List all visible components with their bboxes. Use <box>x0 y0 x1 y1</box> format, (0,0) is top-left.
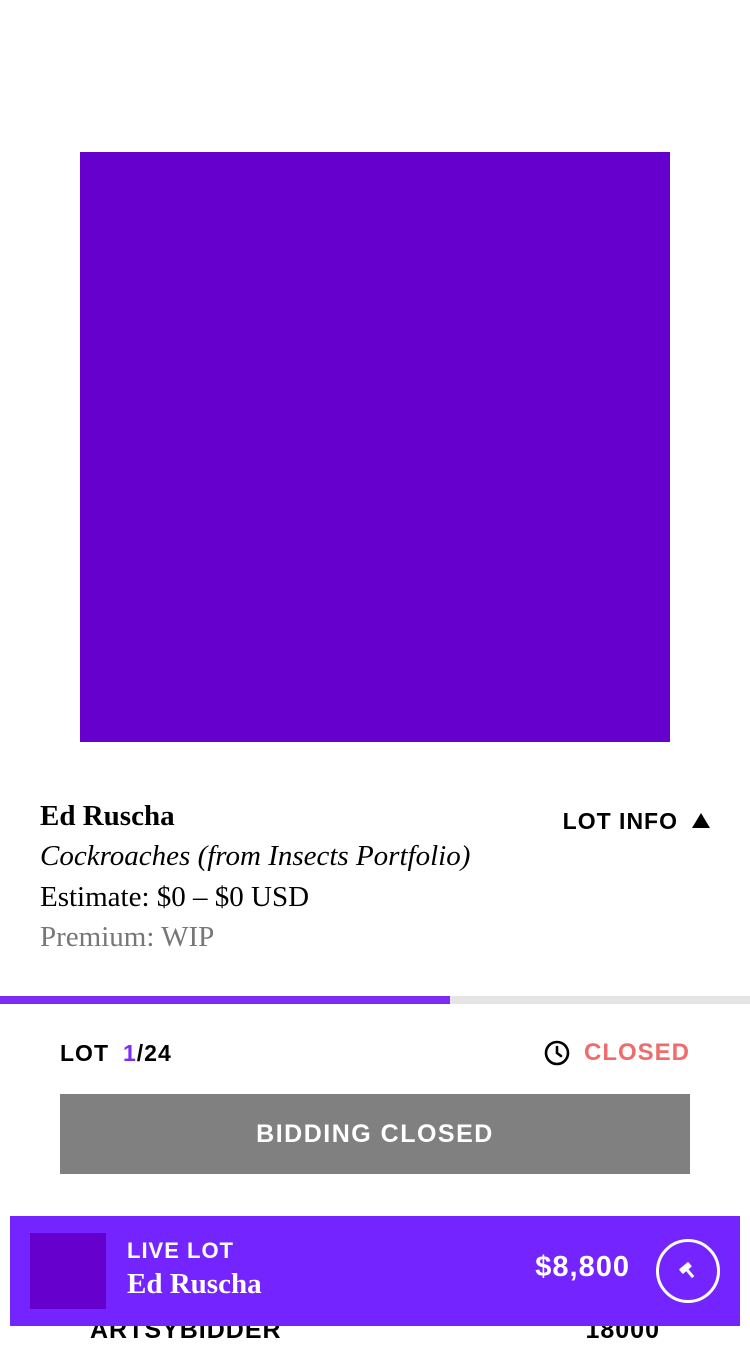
lot-info-label: LOT INFO <box>562 808 678 834</box>
bidding-closed-button[interactable]: BIDDING CLOSED <box>60 1094 690 1174</box>
lot-progress-fill <box>0 996 450 1004</box>
lot-info-toggle[interactable]: LOT INFO <box>563 806 710 836</box>
status-label: CLOSED <box>583 1039 690 1066</box>
lot-counter-current: 1 <box>123 1040 137 1066</box>
artwork-image <box>80 152 670 742</box>
live-lot-price: $8,800 <box>535 1251 630 1283</box>
live-lot-bar[interactable]: LIVE LOT Ed Ruscha $8,800 <box>10 1216 740 1326</box>
lot-artist: Ed Ruscha <box>40 800 175 832</box>
gavel-icon <box>679 1262 695 1279</box>
lot-premium: Premium: WIP <box>40 921 215 953</box>
live-lot-label: LIVE LOT <box>127 1238 234 1263</box>
lot-status: CLOSED <box>544 1038 690 1068</box>
lot-counter-label: LOT <box>60 1040 109 1066</box>
live-lot-artist: Ed Ruscha <box>127 1268 262 1300</box>
clock-icon <box>544 1040 570 1066</box>
lot-estimate: Estimate: $0 – $0 USD <box>40 881 310 913</box>
lot-title: Cockroaches (from Insects Portfolio) <box>40 840 471 872</box>
triangle-up-icon <box>692 812 710 828</box>
live-lot-thumbnail <box>30 1233 106 1309</box>
lot-progress-bar <box>0 996 750 1004</box>
lot-counter: LOT 1/24 <box>60 1038 172 1068</box>
bid-button[interactable] <box>656 1239 720 1303</box>
lot-counter-total: /24 <box>136 1040 172 1066</box>
